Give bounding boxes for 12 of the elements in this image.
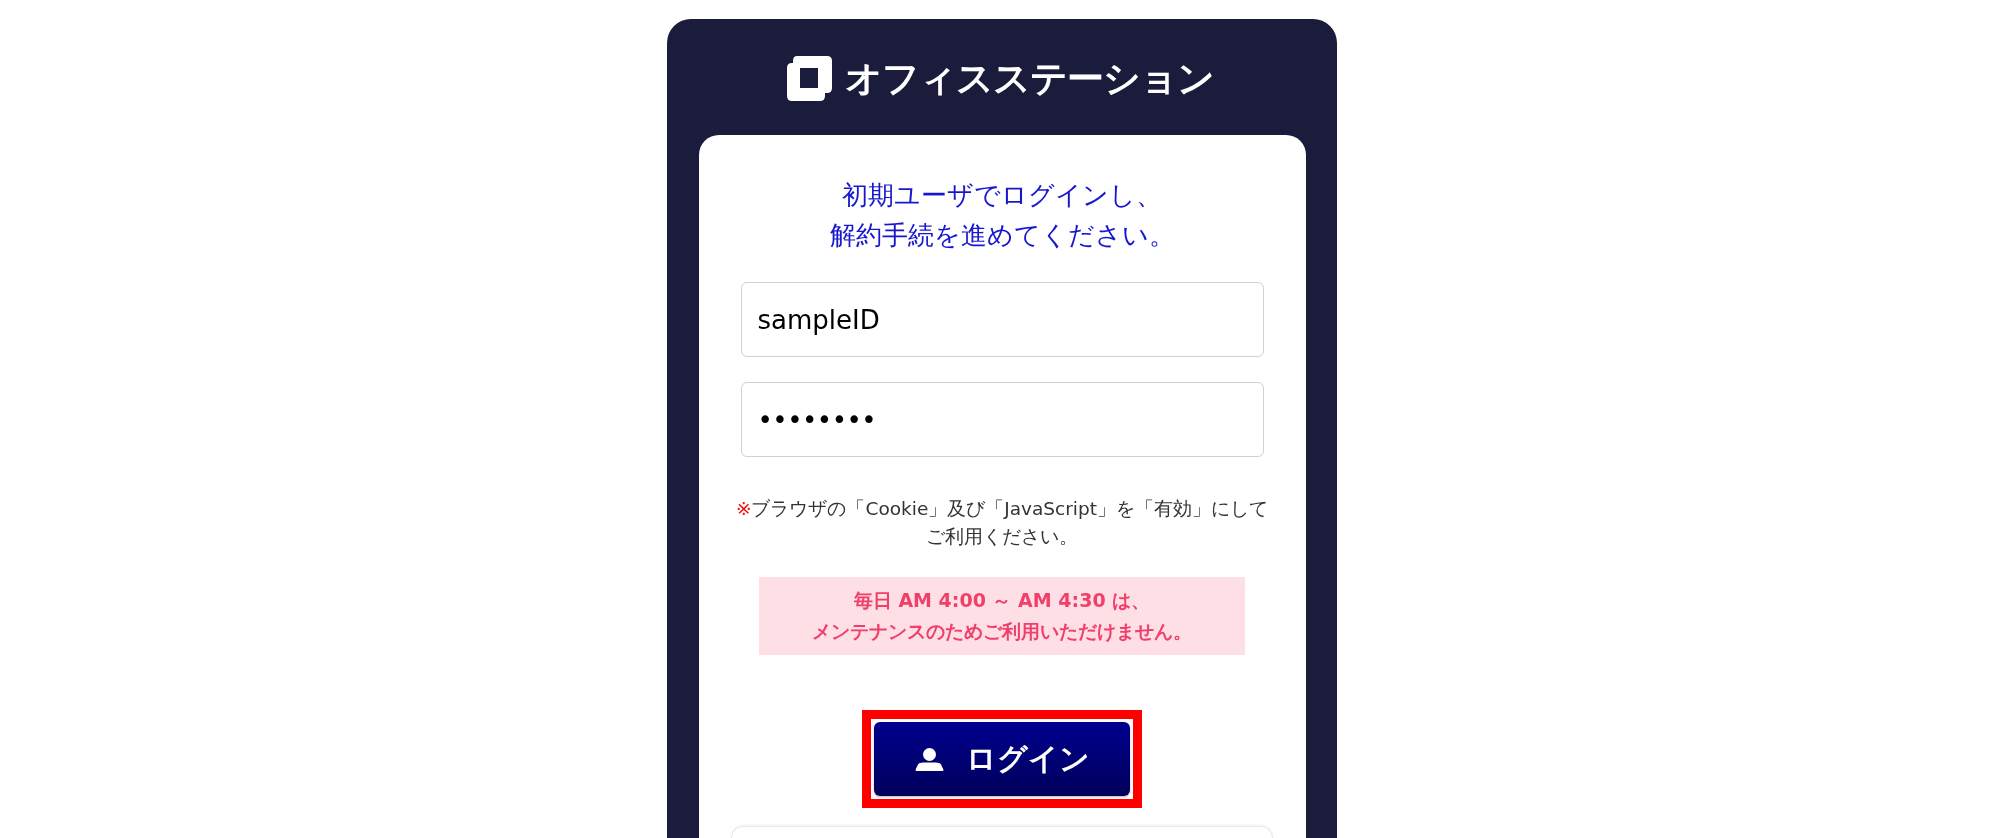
instruction-line: 初期ユーザでログインし、 [842,179,1162,212]
password-field[interactable]: •••••••• [740,382,1264,457]
login-button[interactable]: ログイン [874,722,1130,796]
instruction-line: 解約手続を進めてください。 [829,219,1175,252]
maintenance-notice-line: メンテナンスのためご利用いただけません。 [812,619,1192,644]
cookie-note-line: ご利用ください。 [926,525,1078,549]
maintenance-notice-line: 毎日 AM 4:00 ～ AM 4:30 は、 [853,588,1151,613]
logo-text: オフィスステーション [844,56,1214,102]
user-id-field[interactable]: sampleID [740,282,1264,357]
logo-icon [786,56,832,101]
cookie-note-line: ※ブラウザの「Cookie」及び「JavaScript」を「有効」にして [735,497,1268,521]
user-icon [914,747,944,771]
